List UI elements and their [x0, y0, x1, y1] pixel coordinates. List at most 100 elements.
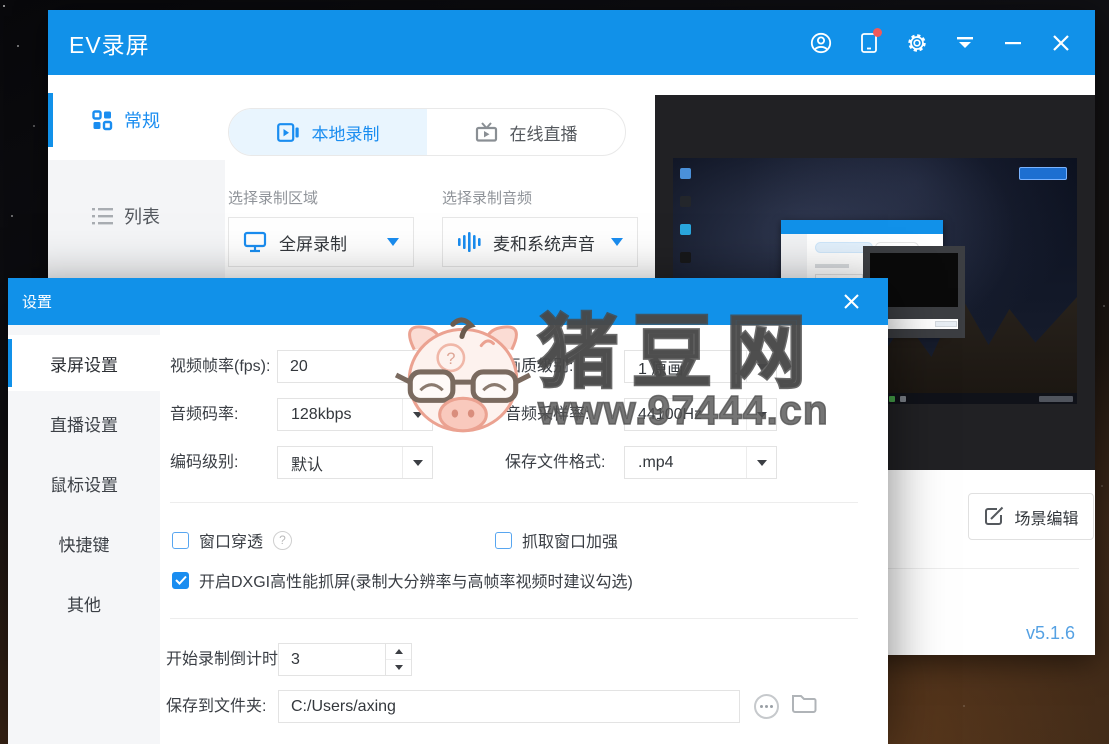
settings-dialog: 设置 录屏设置 直播设置 鼠标设置 快捷键 其他 视频帧率(fps): 画质级别	[8, 278, 888, 744]
active-indicator-bar	[48, 93, 53, 147]
capture-enhance-checkbox-row[interactable]: 抓取窗口加强	[495, 528, 618, 552]
window-through-checkbox-row[interactable]: 窗口穿透 ?	[172, 528, 293, 552]
live-tv-icon	[475, 122, 497, 142]
sidebar-item-general[interactable]: 常规	[48, 87, 225, 153]
dialog-titlebar: 设置	[8, 278, 888, 325]
save-format-select[interactable]: .mp4	[624, 446, 777, 479]
notification-dot	[873, 28, 882, 37]
countdown-label: 开始录制倒计时:	[166, 651, 283, 668]
quality-label: 画质级别:	[505, 358, 574, 375]
dialog-body: 录屏设置 直播设置 鼠标设置 快捷键 其他 视频帧率(fps): 画质级别: 1…	[8, 325, 888, 744]
chevron-down-icon	[402, 399, 432, 430]
divider	[170, 618, 858, 619]
save-folder-input[interactable]	[278, 690, 740, 723]
dialog-tab-list: 录屏设置 直播设置 鼠标设置 快捷键 其他	[8, 325, 160, 744]
save-folder-label: 保存到文件夹:	[166, 698, 267, 715]
encode-level-value: 默认	[291, 456, 324, 474]
fps-input[interactable]	[290, 351, 390, 382]
app-title: EV录屏	[69, 31, 150, 58]
browse-ellipsis-button[interactable]	[754, 694, 779, 719]
scene-edit-label: 场景编辑	[1014, 510, 1079, 528]
titlebar: EV录屏	[48, 10, 1095, 75]
sample-rate-select[interactable]: 44100Hz	[624, 398, 777, 431]
checkbox-unchecked[interactable]	[172, 531, 189, 549]
edit-icon	[985, 506, 1004, 525]
chevron-down-icon	[746, 399, 776, 430]
divider	[170, 502, 858, 503]
quality-select[interactable]: 1 原画	[624, 350, 777, 383]
sample-rate-value: 44100Hz	[638, 405, 703, 423]
dialog-tab-label: 录屏设置	[50, 355, 118, 375]
sidebar-item-label: 列表	[124, 207, 160, 227]
tab-online-live[interactable]: 在线直播	[427, 109, 625, 155]
dialog-title: 设置	[22, 294, 53, 311]
mode-tab-group: 本地录制 在线直播	[228, 108, 626, 156]
dialog-tab-label: 直播设置	[50, 415, 118, 435]
dialog-tab-label: 其他	[67, 595, 101, 615]
dialog-tab-mouse-settings[interactable]: 鼠标设置	[8, 455, 160, 511]
help-icon[interactable]: ?	[273, 530, 293, 550]
tab-label: 在线直播	[509, 124, 578, 144]
encode-level-label: 编码级别:	[170, 454, 239, 471]
monitor-icon	[243, 231, 267, 253]
grid-icon	[92, 109, 113, 130]
minimize-button[interactable]	[1000, 30, 1025, 55]
audio-bitrate-select[interactable]: 128kbps	[277, 398, 433, 431]
open-folder-button[interactable]	[790, 691, 818, 720]
window-through-label: 窗口穿透	[199, 534, 264, 551]
audio-bitrate-label: 音频码率:	[170, 406, 239, 423]
close-button[interactable]	[1048, 30, 1073, 55]
stepper-up[interactable]	[386, 644, 411, 660]
list-icon	[92, 207, 113, 224]
audio-section-label: 选择录制音频	[442, 190, 533, 207]
encode-level-select[interactable]: 默认	[277, 446, 433, 479]
device-notification-icon[interactable]	[856, 28, 882, 55]
sidebar-item-list[interactable]: 列表	[48, 183, 225, 249]
thumbnail-watermark-badge	[1019, 167, 1067, 180]
dialog-tab-other[interactable]: 其他	[8, 575, 160, 631]
tab-local-record[interactable]: 本地录制	[229, 109, 427, 155]
fps-stepper[interactable]	[408, 354, 426, 379]
dxgi-label: 开启DXGI高性能抓屏(录制大分辨率与高帧率视频时建议勾选)	[199, 574, 633, 591]
record-camera-icon	[276, 122, 299, 142]
quality-value: 1 原画	[638, 360, 684, 378]
audio-bitrate-value: 128kbps	[291, 405, 352, 423]
desktop-wallpaper-stars	[3, 5, 5, 7]
checkbox-checked[interactable]	[172, 571, 189, 589]
settings-gear-icon[interactable]	[904, 30, 929, 55]
dialog-tab-hotkeys[interactable]: 快捷键	[8, 515, 160, 571]
stepper-down[interactable]	[386, 660, 411, 675]
version-label: v5.1.6	[1025, 623, 1075, 643]
sample-rate-label: 音频采样率:	[505, 406, 590, 423]
fps-input-wrap	[277, 350, 433, 383]
dialog-close-button[interactable]	[838, 289, 864, 315]
region-select-value: 全屏录制	[279, 234, 347, 254]
folder-icon	[792, 695, 817, 713]
boss-key-icon[interactable]	[952, 30, 977, 55]
thumbnail-desktop-icons	[680, 168, 691, 291]
dialog-tab-label: 鼠标设置	[50, 475, 118, 495]
titlebar-buttons	[808, 28, 1095, 55]
dialog-tab-record-settings[interactable]: 录屏设置	[8, 335, 160, 391]
audio-select[interactable]: 麦和系统声音	[442, 217, 638, 267]
dialog-form: 视频帧率(fps): 画质级别: 1 原画 音频码率: 128kbps 音频采样…	[160, 325, 888, 744]
chevron-down-icon	[402, 447, 432, 478]
dxgi-checkbox-row[interactable]: 开启DXGI高性能抓屏(录制大分辨率与高帧率视频时建议勾选)	[172, 568, 633, 592]
fps-label: 视频帧率(fps):	[170, 358, 271, 375]
countdown-input[interactable]	[278, 643, 386, 676]
chevron-down-icon	[611, 238, 623, 246]
tab-label: 本地录制	[311, 124, 380, 144]
countdown-stepper[interactable]	[386, 643, 412, 676]
region-select[interactable]: 全屏录制	[228, 217, 414, 267]
checkbox-unchecked[interactable]	[495, 531, 512, 549]
chevron-down-icon	[387, 238, 399, 246]
audio-select-value: 麦和系统声音	[493, 234, 595, 254]
scene-edit-button[interactable]: 场景编辑	[968, 493, 1094, 540]
region-section-label: 选择录制区域	[228, 190, 319, 207]
sidebar-item-label: 常规	[124, 111, 160, 131]
dialog-tab-live-settings[interactable]: 直播设置	[8, 395, 160, 451]
account-icon[interactable]	[808, 30, 833, 55]
chevron-down-icon	[746, 351, 776, 382]
capture-enhance-label: 抓取窗口加强	[522, 534, 619, 551]
dialog-tab-label: 快捷键	[58, 535, 110, 555]
